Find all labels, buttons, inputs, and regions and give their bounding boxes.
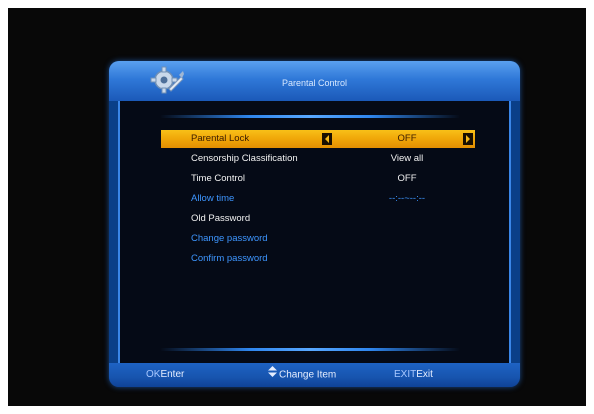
tv-screen: Parental Control Parental Lock OFF Censo… <box>8 8 586 406</box>
arrow-right-icon[interactable] <box>463 133 473 145</box>
up-down-arrow-icon <box>268 363 277 387</box>
menu-item-value: View all <box>390 153 424 164</box>
footer-change-item-hint: Change Item <box>268 363 336 388</box>
menu-item-label: Allow time <box>191 193 235 204</box>
top-divider <box>160 115 460 118</box>
menu-item-confirm-password[interactable]: Confirm password <box>161 250 475 268</box>
menu-item-change-password[interactable]: Change password <box>161 230 475 248</box>
parental-control-dialog: Parental Control Parental Lock OFF Censo… <box>109 61 520 387</box>
dialog-title: Parental Control <box>281 78 348 88</box>
menu-item-old-password[interactable]: Old Password <box>161 210 475 228</box>
menu-item-value: OFF <box>397 133 417 144</box>
menu-item-allow-time[interactable]: Allow time --:--~--:-- <box>161 190 475 208</box>
ok-action-label: Enter <box>160 369 185 380</box>
footer-ok-hint: OKEnter <box>146 363 184 387</box>
menu-item-censorship-classification[interactable]: Censorship Classification View all <box>161 150 475 168</box>
exit-action-label: Exit <box>416 369 433 380</box>
footer-exit-hint: EXITExit <box>394 363 433 387</box>
menu-item-time-control[interactable]: Time Control OFF <box>161 170 475 188</box>
menu-item-label: Confirm password <box>191 253 268 264</box>
menu-item-value: --:--~--:-- <box>388 193 426 204</box>
ok-key-label: OK <box>146 369 161 380</box>
menu-item-label: Change password <box>191 233 268 244</box>
dialog-footer: OKEnter Change Item EXITExit <box>109 363 520 387</box>
exit-key-label: EXIT <box>394 369 417 380</box>
menu-item-label: Old Password <box>191 213 251 224</box>
arrow-left-icon[interactable] <box>322 133 332 145</box>
menu-item-label: Parental Lock <box>191 133 250 144</box>
change-item-label: Change Item <box>279 369 337 381</box>
menu-item-label: Time Control <box>191 173 246 184</box>
menu-item-value: OFF <box>397 173 417 184</box>
bottom-divider <box>160 348 460 351</box>
menu-item-parental-lock[interactable]: Parental Lock OFF <box>161 130 475 148</box>
dialog-body: Parental Lock OFF Censorship Classificat… <box>118 101 511 363</box>
menu-item-label: Censorship Classification <box>191 153 298 164</box>
dialog-header: Parental Control <box>109 61 520 101</box>
